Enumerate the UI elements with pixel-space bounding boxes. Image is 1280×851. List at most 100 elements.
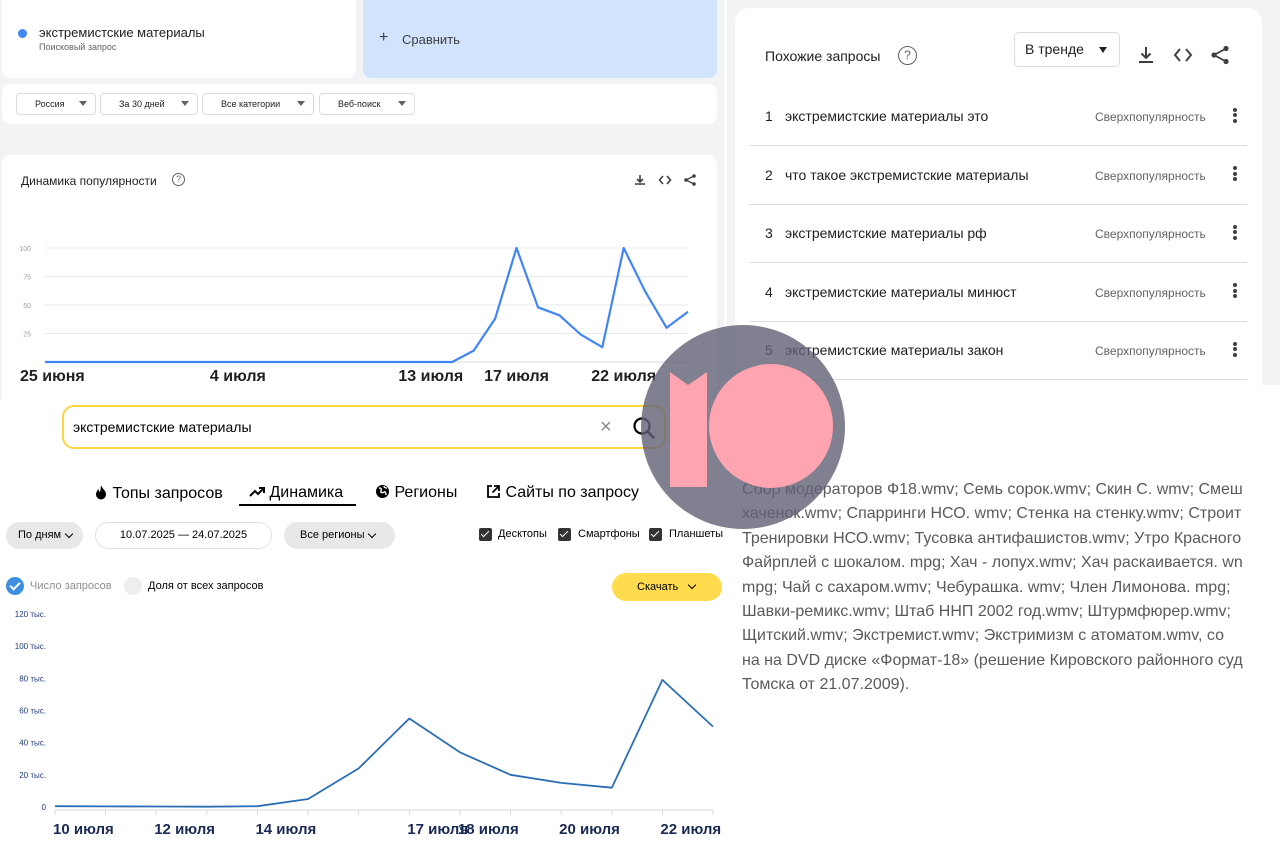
checkbox-tablets-label: Планшеты	[669, 528, 724, 540]
related-query-text: что такое экстремистские материалы	[785, 166, 1029, 183]
y-tick-label: 80 тыс.	[19, 674, 46, 683]
y-tick-label: 100 тыс.	[15, 642, 46, 651]
search-box: ×	[62, 405, 666, 449]
more-vert-icon[interactable]	[1231, 106, 1239, 126]
related-query-row[interactable]: 4 экстремистские материалы минюст Сверхпоп…	[749, 264, 1247, 322]
10-logo-icon	[641, 325, 845, 529]
related-query-popularity: Сверхпопулярность	[1095, 344, 1206, 358]
related-query-popularity: Сверхпопулярность	[1095, 285, 1206, 300]
period-select-value: По дням	[18, 529, 62, 541]
x-tick-label: 14 июля	[255, 821, 316, 838]
related-queries-title: Похожие запросы	[765, 48, 881, 64]
related-query-row[interactable]: 1 экстремистские материалы это Сверхпопуля…	[749, 88, 1247, 146]
y-tick-label: 60 тыс.	[19, 707, 46, 716]
checkbox-desktop[interactable]	[479, 528, 492, 541]
download-icon[interactable]	[1135, 44, 1157, 66]
checkbox-desktop-label: Десктопы	[498, 528, 547, 540]
more-vert-icon[interactable]	[1231, 223, 1239, 243]
tab-top-queries[interactable]: Топы запросов	[94, 484, 223, 506]
related-query-popularity: Сверхпопулярность	[1095, 227, 1206, 241]
x-tick-label: 12 июля	[154, 821, 215, 838]
region-select[interactable]: Все регионы	[284, 522, 395, 549]
text-line: Тренировки НСО.wmv; Тусовка антифашистов…	[742, 529, 1242, 547]
related-query-text: экстремистские материалы закон	[785, 342, 1004, 358]
related-queries-card: Похожие запросы ? В тренде 1 экстремистск…	[735, 8, 1262, 385]
y-tick-label: 75	[23, 275, 31, 282]
related-query-text: экстремистские материалы это	[785, 108, 989, 124]
text-line: Шавки-ремикс.wmv; Штаб ННП 2002 год.wmv;…	[742, 603, 1231, 621]
banned-materials-list: Сбор модераторов Ф18.wmv; Семь сорок.wmv…	[742, 478, 1280, 708]
more-vert-icon[interactable]	[1231, 340, 1239, 360]
radio-query-share[interactable]	[124, 577, 142, 595]
related-query-row[interactable]: 2 что такое экстремистские материалы Сверх…	[749, 147, 1247, 205]
more-vert-icon[interactable]	[1231, 165, 1239, 185]
text-line: Томска от 21.07.2009).	[742, 676, 910, 694]
date-range-picker[interactable]: 10.07.2025 — 24.07.2025	[95, 522, 272, 549]
clear-icon[interactable]: ×	[600, 416, 612, 438]
wordstat-panel: × Топы запросов Динамика Регионы Сайты п…	[0, 400, 740, 851]
related-query-text: экстремистские материалы минюст	[785, 283, 1017, 300]
x-tick-label: 25 июня	[20, 368, 85, 385]
related-query-text: экстремистские материалы рф	[785, 225, 987, 241]
text-line: Щитский.wmv; Экстремист.wmv; Экстримизм …	[742, 627, 1224, 645]
tab-regions[interactable]: Регионы	[375, 484, 457, 506]
related-query-rank: 3	[765, 225, 773, 241]
radio-query-count-label: Число запросов	[30, 580, 112, 592]
radio-query-share-label: Доля от всех запросов	[148, 580, 264, 592]
y-tick-label: 25	[23, 332, 31, 339]
y-tick-label: 20 тыс.	[19, 771, 46, 780]
related-query-rank: 2	[765, 166, 773, 183]
checkbox-smartphones-label: Смартфоны	[578, 528, 640, 540]
search-input[interactable]	[73, 419, 573, 435]
y-tick-label: 100	[19, 246, 31, 253]
tab-label: Топы запросов	[112, 485, 223, 502]
period-select[interactable]: По дням	[6, 522, 83, 549]
chevron-down-icon	[687, 580, 697, 590]
region-select-value: Все регионы	[300, 529, 365, 541]
google-trends-explore-panel: экстремистские материалы Поисковый запро…	[0, 0, 724, 400]
x-tick-label: 18 июля	[458, 821, 519, 838]
embed-code-icon[interactable]	[1172, 44, 1194, 66]
checkbox-smartphones[interactable]	[558, 528, 571, 541]
sort-select-value: В тренде	[1025, 41, 1084, 57]
tab-label: Регионы	[394, 484, 458, 501]
external-link-icon	[487, 485, 500, 498]
text-line: Файрплей с шокалом. mpg; Хач - лопух.wmv…	[742, 554, 1243, 572]
caret-down-icon	[1099, 47, 1107, 53]
x-tick-label: 17 июля	[484, 368, 549, 385]
series-line	[54, 679, 714, 808]
related-query-rank: 1	[765, 108, 773, 124]
tab-sites[interactable]: Сайты по запросу	[486, 484, 639, 506]
text-line: хаченок.wmv; Спарринги НСО. wmv; Стенка …	[742, 505, 1242, 523]
text-line: mpg; Чай с сахаром.wmv; Чебурашка. wmv; …	[742, 578, 1231, 596]
x-tick-label: 4 июля	[210, 368, 266, 385]
date-range-value: 10.07.2025 — 24.07.2025	[119, 529, 248, 541]
x-tick-label: 10 июля	[53, 821, 114, 838]
related-query-rank: 4	[765, 283, 773, 300]
text-line: на на DVD диске «Формат-18» (решение Кир…	[742, 651, 1243, 669]
download-button-label: Скачать	[637, 581, 679, 593]
x-tick-label: 22 июля	[591, 368, 656, 385]
x-tick-label: 22 июля	[660, 821, 721, 838]
radio-query-count[interactable]	[6, 577, 24, 595]
chevron-down-icon	[64, 529, 74, 539]
y-tick-label: 40 тыс.	[19, 739, 46, 748]
tab-dynamics[interactable]: Динамика	[239, 484, 356, 506]
tab-label: Динамика	[269, 484, 344, 501]
more-vert-icon[interactable]	[1231, 282, 1239, 302]
related-query-row[interactable]: 3 экстремистские материалы рф Сверхпопуляр…	[749, 205, 1247, 263]
checkbox-tablets[interactable]	[649, 528, 662, 541]
trending-up-icon	[249, 487, 265, 497]
y-tick-label: 120 тыс.	[15, 610, 46, 619]
download-button[interactable]: Скачать	[612, 573, 722, 601]
share-icon[interactable]	[1209, 44, 1231, 66]
interest-chart: 25 50 75 100 25 июня 4 июля 13 июля 17 июля 22 и…	[19, 246, 689, 385]
chevron-down-icon	[367, 529, 377, 539]
y-tick-label: 50	[23, 303, 31, 310]
help-icon[interactable]: ?	[898, 46, 917, 65]
related-queries-panel: Похожие запросы ? В тренде 1 экстремистск…	[727, 0, 1280, 385]
x-tick-label: 20 июля	[559, 821, 620, 838]
sort-select[interactable]: В тренде	[1014, 32, 1120, 67]
related-query-popularity: Сверхпопулярность	[1095, 168, 1206, 183]
y-tick-label: 0	[42, 803, 47, 812]
